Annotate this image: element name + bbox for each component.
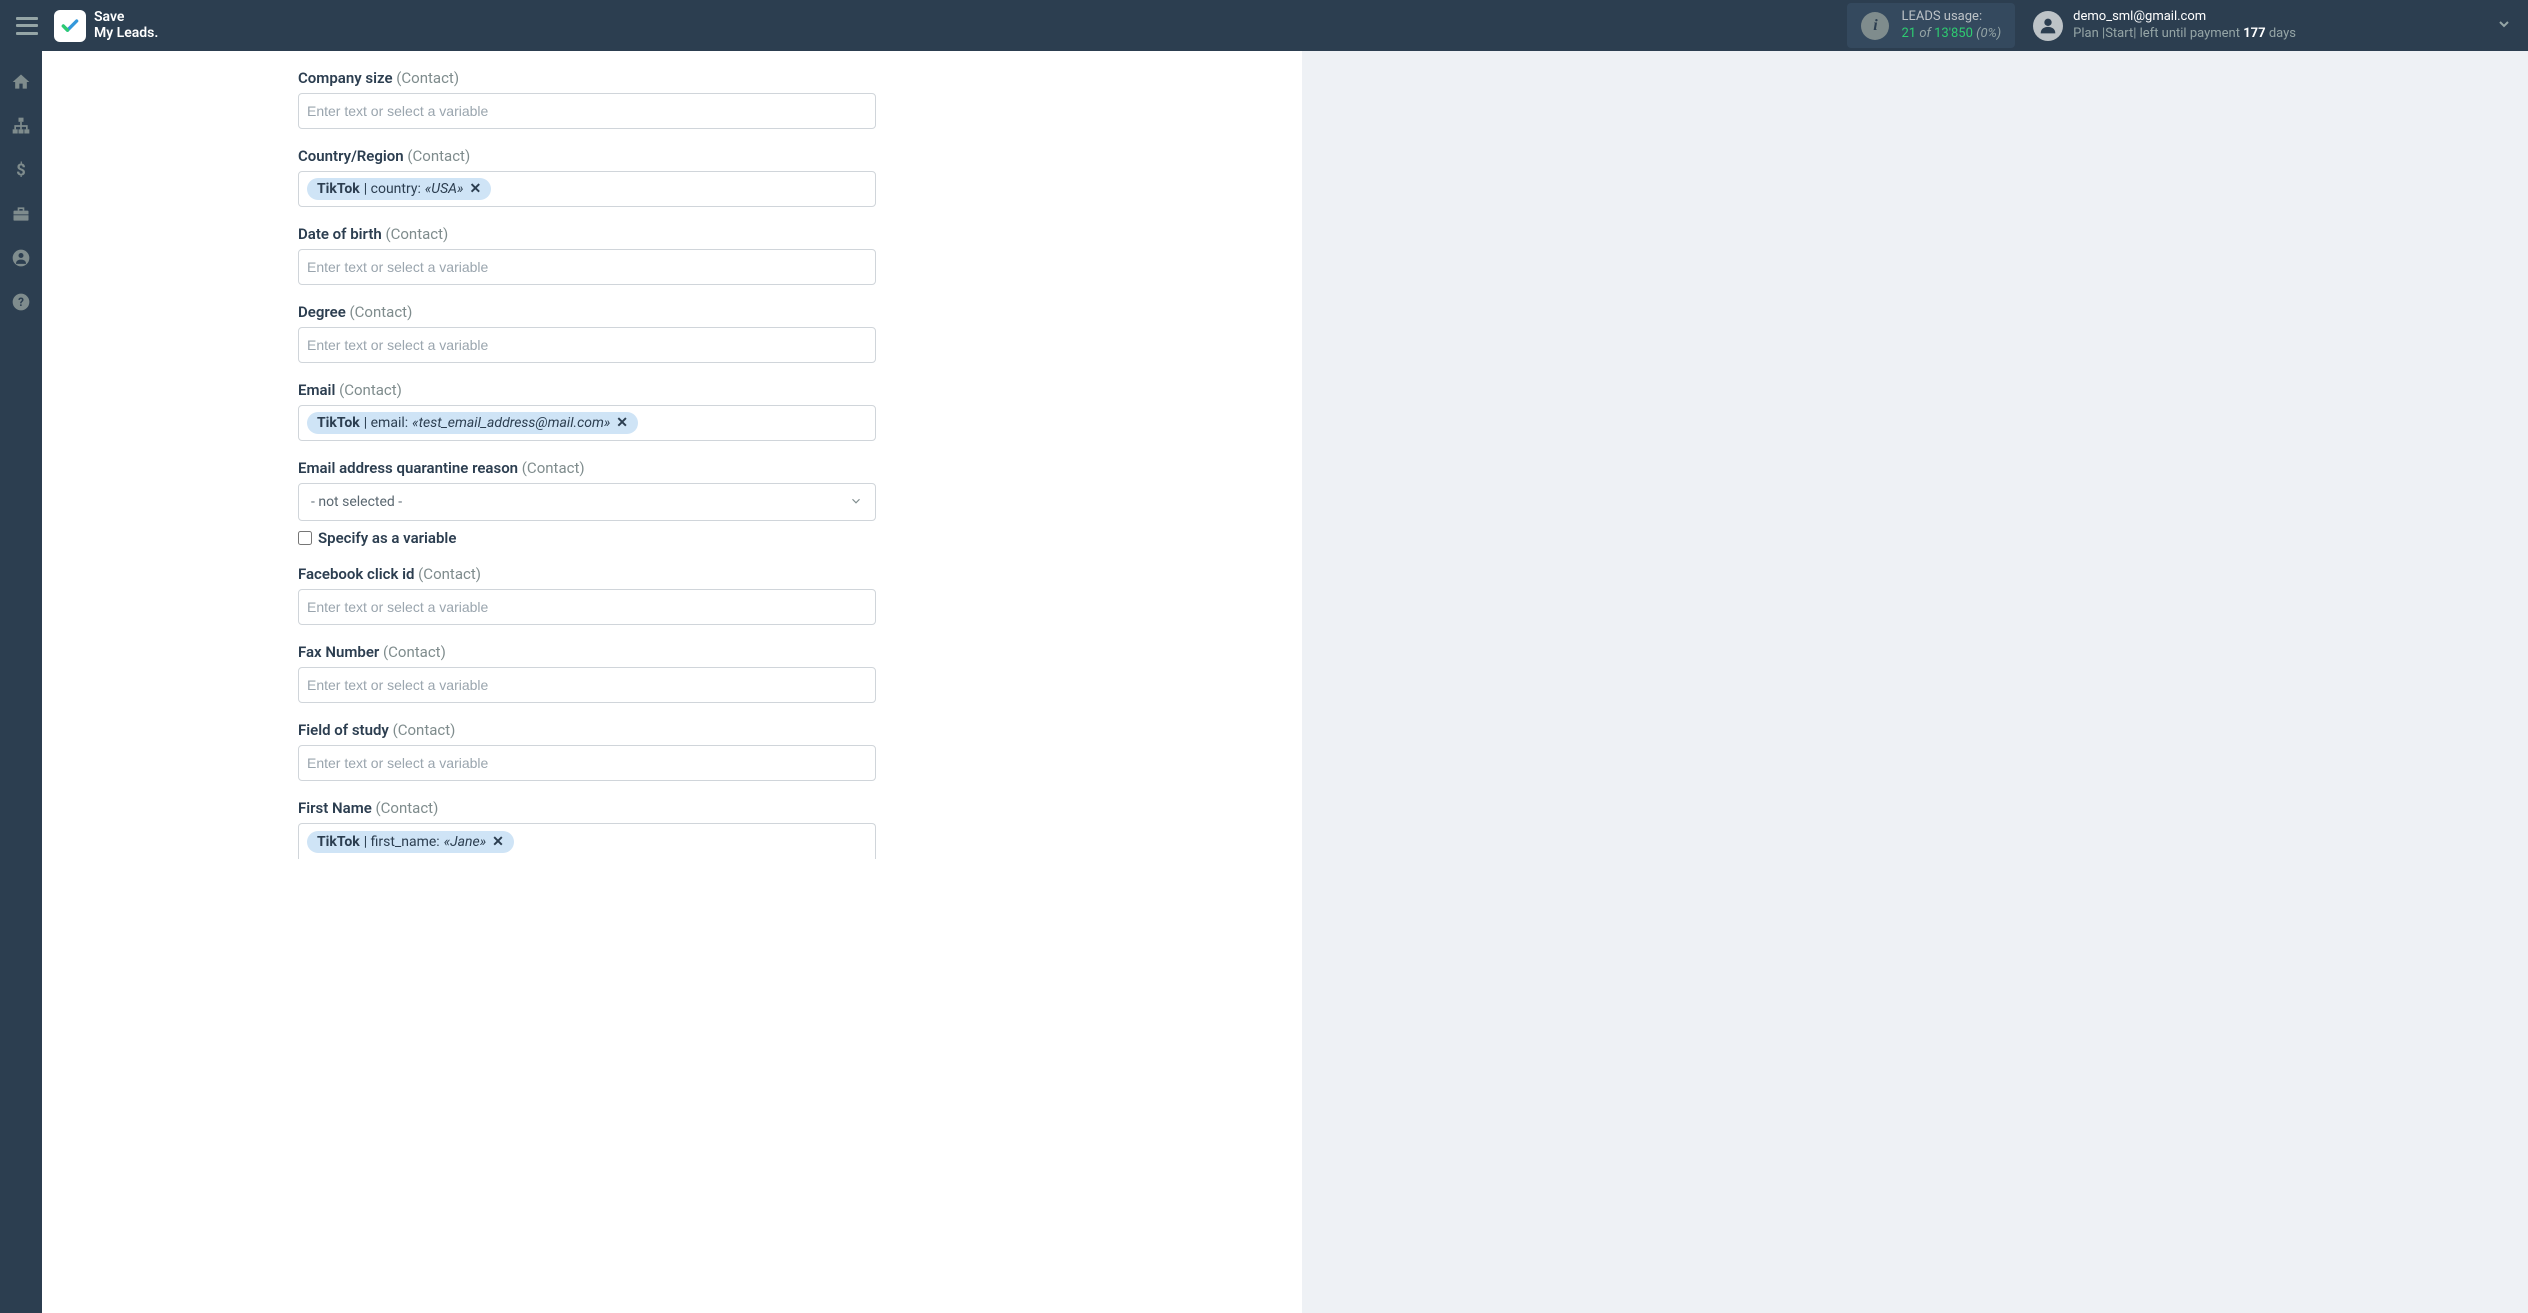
main-content: Company size (Contact) Country/Region (Co… <box>42 51 2528 1313</box>
field-label: Fax Number (Contact) <box>298 643 876 661</box>
text-input[interactable] <box>298 745 876 781</box>
field-block: Degree (Contact) <box>298 303 876 363</box>
usage-text: LEADS usage: 21 of 13'850 (0%) <box>1901 9 2001 43</box>
select-value: - not selected - <box>311 494 402 510</box>
variable-input[interactable]: TikTok | country: «USA» ✕ <box>298 171 876 207</box>
text-input-field[interactable] <box>307 337 867 353</box>
specify-variable-checkbox[interactable]: Specify as a variable <box>298 529 876 547</box>
select-input[interactable]: - not selected - <box>298 483 876 521</box>
variable-pill[interactable]: TikTok | first_name: «Jane» ✕ <box>307 831 514 853</box>
form-panel: Company size (Contact) Country/Region (Co… <box>42 51 1302 1313</box>
field-block: Email address quarantine reason (Contact… <box>298 459 876 547</box>
variable-pill[interactable]: TikTok | email: «test_email_address@mail… <box>307 412 638 434</box>
app-title: Save My Leads. <box>94 10 158 41</box>
field-block: Fax Number (Contact) <box>298 643 876 703</box>
text-input[interactable] <box>298 249 876 285</box>
text-input-field[interactable] <box>307 259 867 275</box>
field-label: First Name (Contact) <box>298 799 876 817</box>
briefcase-icon[interactable] <box>10 203 32 225</box>
remove-pill-icon[interactable]: ✕ <box>469 181 481 197</box>
text-input-field[interactable] <box>307 755 867 771</box>
chevron-down-icon[interactable] <box>2296 16 2512 36</box>
text-input[interactable] <box>298 327 876 363</box>
checkmark-icon <box>60 16 80 36</box>
svg-text:?: ? <box>18 295 24 309</box>
chevron-down-icon <box>849 493 863 512</box>
field-label: Field of study (Contact) <box>298 721 876 739</box>
checkbox-input[interactable] <box>298 531 312 545</box>
dollar-icon[interactable]: $ <box>10 159 32 181</box>
variable-pill[interactable]: TikTok | country: «USA» ✕ <box>307 178 491 200</box>
variable-input[interactable]: TikTok | email: «test_email_address@mail… <box>298 405 876 441</box>
usage-indicator[interactable]: i LEADS usage: 21 of 13'850 (0%) <box>1847 3 2015 49</box>
field-block: Company size (Contact) <box>298 69 876 129</box>
app-logo[interactable] <box>54 10 86 42</box>
field-block: Email (Contact) TikTok | email: «test_ema… <box>298 381 876 441</box>
sitemap-icon[interactable] <box>10 115 32 137</box>
user-avatar-icon <box>2033 11 2063 41</box>
field-block: Date of birth (Contact) <box>298 225 876 285</box>
text-input-field[interactable] <box>307 599 867 615</box>
user-info: demo_sml@gmail.com Plan |Start| left unt… <box>2073 9 2296 43</box>
text-input-field[interactable] <box>307 677 867 693</box>
field-label: Degree (Contact) <box>298 303 876 321</box>
field-label: Facebook click id (Contact) <box>298 565 876 583</box>
info-icon: i <box>1861 12 1889 40</box>
field-label: Date of birth (Contact) <box>298 225 876 243</box>
checkbox-label: Specify as a variable <box>318 529 456 547</box>
variable-input[interactable]: TikTok | first_name: «Jane» ✕ <box>298 823 876 859</box>
text-input[interactable] <box>298 667 876 703</box>
app-header: Save My Leads. i LEADS usage: 21 of 13'8… <box>0 0 2528 51</box>
text-input-field[interactable] <box>307 103 867 119</box>
field-label: Company size (Contact) <box>298 69 876 87</box>
field-label: Country/Region (Contact) <box>298 147 876 165</box>
hamburger-icon[interactable] <box>16 17 38 35</box>
text-input[interactable] <box>298 93 876 129</box>
remove-pill-icon[interactable]: ✕ <box>492 834 504 850</box>
field-block: First Name (Contact) TikTok | first_name:… <box>298 799 876 859</box>
field-label: Email address quarantine reason (Contact… <box>298 459 876 477</box>
field-block: Facebook click id (Contact) <box>298 565 876 625</box>
text-input[interactable] <box>298 589 876 625</box>
remove-pill-icon[interactable]: ✕ <box>616 415 628 431</box>
field-block: Field of study (Contact) <box>298 721 876 781</box>
svg-text:$: $ <box>16 161 25 179</box>
user-menu[interactable]: demo_sml@gmail.com Plan |Start| left unt… <box>2033 9 2296 43</box>
field-label: Email (Contact) <box>298 381 876 399</box>
user-icon[interactable] <box>10 247 32 269</box>
sidebar: $ ? <box>0 51 42 1313</box>
field-block: Country/Region (Contact) TikTok | country… <box>298 147 876 207</box>
home-icon[interactable] <box>10 71 32 93</box>
help-icon[interactable]: ? <box>10 291 32 313</box>
